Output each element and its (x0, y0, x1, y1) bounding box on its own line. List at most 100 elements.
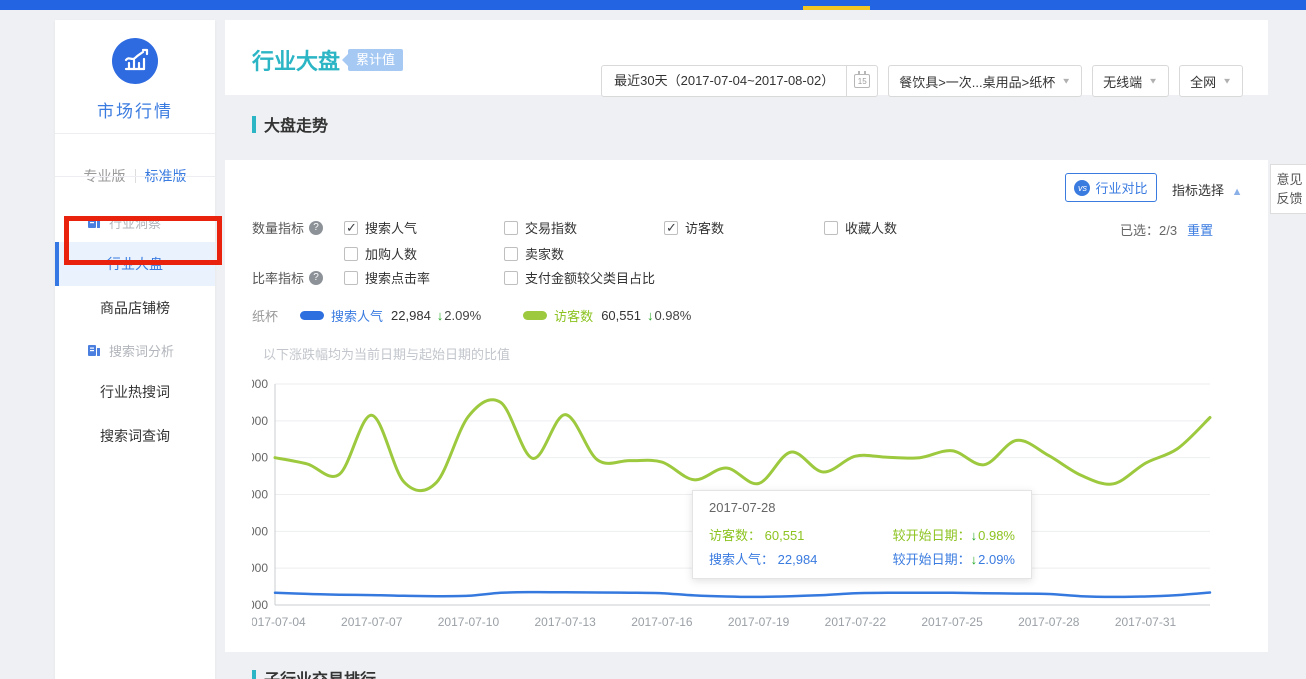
legend-series-name: 搜索人气 (331, 306, 383, 325)
svg-text:40,000: 40,000 (252, 524, 268, 538)
page-title: 行业大盘 (252, 44, 340, 76)
tooltip-date: 2017-07-28 (709, 500, 1015, 515)
vs-icon: vs (1074, 180, 1090, 196)
selected-count: 已选：2/3重置 (1120, 220, 1213, 239)
legend-series-name: 访客数 (554, 306, 593, 325)
checkbox-label: 卖家数 (525, 244, 564, 263)
tooltip-series-name: 搜索人气： (709, 552, 774, 567)
checkbox-sellers[interactable]: 卖家数 (504, 244, 564, 263)
market-trend-logo-icon (112, 38, 158, 84)
sidebar-menu: 行业洞察 行业大盘 商品店铺榜 搜索词分析 行业热搜词 搜索词查询 (55, 202, 215, 458)
legend-series-value: 22,984 (391, 308, 431, 323)
checkbox-search-ctr[interactable]: 搜索点击率 (344, 268, 430, 287)
checkbox-transaction-index[interactable]: 交易指数 (504, 218, 577, 237)
page-header: 行业大盘 累计值 最近30天（2017-07-04~2017-08-02） 15… (225, 20, 1268, 95)
down-arrow-icon: ↓ (971, 552, 978, 567)
legend-category: 纸杯 (252, 306, 278, 325)
menu-group-label: 行业洞察 (109, 213, 161, 232)
down-arrow-icon: ↓ (971, 528, 978, 543)
app-title: 市场行情 (55, 97, 215, 122)
next-section-title-text: 子行业交易排行 (264, 666, 376, 679)
svg-text:2017-07-25: 2017-07-25 (921, 615, 983, 629)
quantity-indicator-label: 数量指标 ? (252, 218, 323, 237)
checkbox-icon[interactable] (824, 221, 838, 235)
industry-compare-button[interactable]: vs 行业对比 (1065, 173, 1157, 202)
svg-text:30,000: 30,000 (252, 561, 268, 575)
svg-text:2017-07-07: 2017-07-07 (341, 615, 403, 629)
chart-tooltip: 2017-07-28 访客数： 60,551 较开始日期：↓0.98% 搜索人气… (692, 490, 1032, 579)
feedback-label-line2: 反馈 (1276, 189, 1302, 208)
feedback-button[interactable]: 意见 反馈 (1270, 164, 1306, 214)
checkbox-search-popularity[interactable]: 搜索人气 (344, 218, 417, 237)
svg-text:2017-07-13: 2017-07-13 (534, 615, 596, 629)
sidebar: 市场行情 专业版 标准版 行业洞察 行业大盘 商品店铺榜 搜索词分析 行业热搜词… (55, 20, 215, 679)
legend-pill-search[interactable] (300, 311, 324, 320)
tooltip-series-value: 22,984 (778, 552, 818, 567)
checkbox-icon[interactable] (344, 271, 358, 285)
chevron-down-icon: ▼ (1148, 77, 1158, 86)
calendar-button[interactable]: 15 (847, 65, 877, 97)
checkbox-label: 交易指数 (525, 218, 577, 237)
chevron-down-icon: ▼ (1061, 77, 1071, 86)
divider (55, 176, 215, 177)
checkbox-label: 收藏人数 (845, 218, 897, 237)
help-icon[interactable]: ? (309, 271, 323, 285)
sidebar-item-hot-search-words[interactable]: 行业热搜词 (55, 370, 215, 414)
scope-select[interactable]: 全网 ▼ (1179, 65, 1243, 97)
checkbox-label: 加购人数 (365, 244, 417, 263)
checkbox-icon[interactable] (504, 271, 518, 285)
indicator-select-toggle[interactable]: 指标选择 ▲ (1172, 180, 1243, 199)
chart-note: 以下涨跌幅均为当前日期与起始日期的比值 (263, 344, 510, 363)
cumulative-value-badge: 累计值 (348, 49, 403, 71)
legend-series-value: 60,551 (601, 308, 641, 323)
tooltip-change: 0.98% (978, 528, 1015, 543)
sidebar-item-industry-dashboard[interactable]: 行业大盘 (55, 242, 215, 286)
divider (55, 133, 215, 134)
compare-button-label: 行业对比 (1095, 178, 1147, 197)
checkbox-icon[interactable] (664, 221, 678, 235)
date-range-text[interactable]: 最近30天（2017-07-04~2017-08-02） (602, 65, 847, 97)
checkbox-label: 访客数 (685, 218, 724, 237)
reset-link[interactable]: 重置 (1187, 223, 1213, 238)
svg-text:2017-07-16: 2017-07-16 (631, 615, 693, 629)
svg-text:60,000: 60,000 (252, 451, 268, 465)
svg-text:70,000: 70,000 (252, 414, 268, 428)
sidebar-item-search-word-query[interactable]: 搜索词查询 (55, 414, 215, 458)
checkbox-visitors[interactable]: 访客数 (664, 218, 724, 237)
tooltip-row-search: 搜索人气： 22,984 较开始日期：↓2.09% (709, 546, 1015, 570)
tooltip-series-value: 60,551 (765, 528, 805, 543)
sidebar-item-product-shop-ranking[interactable]: 商品店铺榜 (55, 286, 215, 330)
tooltip-change: 2.09% (978, 552, 1015, 567)
svg-text:80,000: 80,000 (252, 378, 268, 391)
category-select[interactable]: 餐饮具>一次...桌用品>纸杯 ▼ (888, 65, 1082, 97)
checkbox-add-cart[interactable]: 加购人数 (344, 244, 417, 263)
indicator-select-label: 指标选择 (1172, 183, 1224, 198)
date-range-picker[interactable]: 最近30天（2017-07-04~2017-08-02） 15 (601, 65, 878, 97)
svg-text:20,000: 20,000 (252, 598, 268, 612)
checkbox-icon[interactable] (344, 247, 358, 261)
menu-group-search-analysis: 搜索词分析 (55, 330, 215, 370)
svg-text:2017-07-28: 2017-07-28 (1018, 615, 1080, 629)
checkbox-icon[interactable] (504, 221, 518, 235)
svg-text:2017-07-22: 2017-07-22 (825, 615, 887, 629)
svg-text:50,000: 50,000 (252, 488, 268, 502)
trend-card: vs 行业对比 指标选择 ▲ 数量指标 ? 搜索人气 交易指数 访客数 收藏人数 (225, 160, 1268, 652)
ratio-indicator-text: 比率指标 (252, 268, 304, 287)
help-icon[interactable]: ? (309, 221, 323, 235)
section-tick-bar (252, 116, 256, 133)
svg-text:2017-07-04: 2017-07-04 (252, 615, 306, 629)
checkbox-icon[interactable] (344, 221, 358, 235)
checkbox-icon[interactable] (504, 247, 518, 261)
tooltip-series-name: 访客数： (709, 528, 761, 543)
category-select-value: 餐饮具>一次...桌用品>纸杯 (899, 72, 1055, 91)
checkbox-payment-ratio[interactable]: 支付金额较父类目占比 (504, 268, 655, 287)
checkbox-favorites[interactable]: 收藏人数 (824, 218, 897, 237)
legend-pill-visitors[interactable] (523, 311, 547, 320)
terminal-select[interactable]: 无线端 ▼ (1092, 65, 1169, 97)
checkbox-label: 搜索点击率 (365, 268, 430, 287)
chart-legend: 纸杯 搜索人气 22,984 ↓ 2.09% 访客数 60,551 ↓ 0.98… (252, 306, 733, 325)
header-controls: 最近30天（2017-07-04~2017-08-02） 15 餐饮具>一次..… (601, 65, 1243, 97)
svg-text:2017-07-10: 2017-07-10 (438, 615, 500, 629)
svg-text:2017-07-31: 2017-07-31 (1115, 615, 1177, 629)
section-tick-bar (252, 670, 256, 679)
